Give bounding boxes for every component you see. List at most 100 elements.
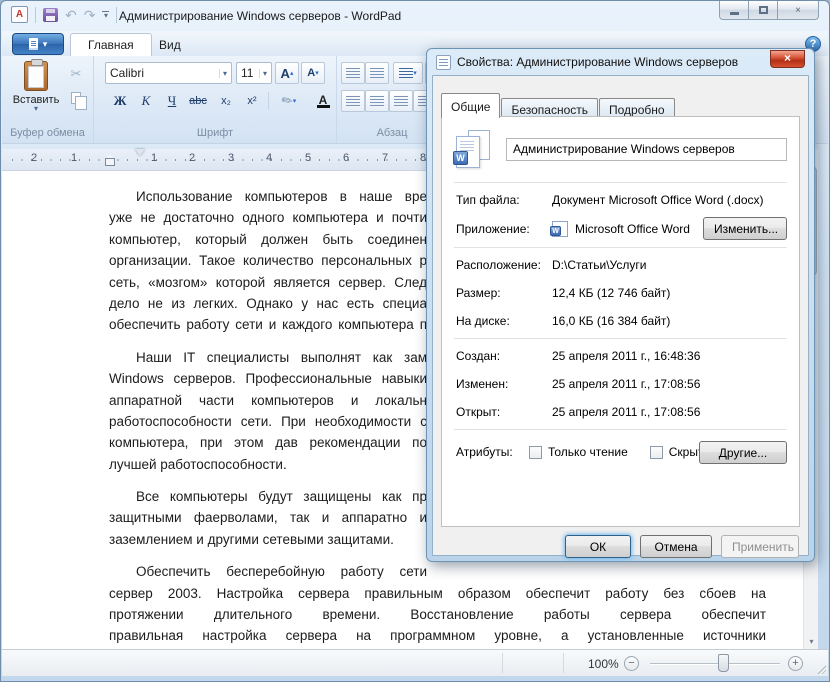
wordpad-app-icon[interactable]: A: [11, 6, 28, 23]
window-title: Администрирование Windows серверов - Wor…: [119, 9, 401, 23]
divider: [454, 429, 787, 430]
attributes-row: Атрибуты: Только чтение Скрытый Другие..…: [442, 433, 799, 466]
modified-value: 25 апреля 2011 г., 17:08:56: [552, 377, 700, 391]
menu-document-icon: [29, 38, 38, 50]
created-label: Создан:: [456, 349, 552, 363]
doc-line: Windows серверов. Профессиональные навык…: [109, 368, 427, 389]
filename-input[interactable]: [506, 138, 787, 161]
ruler-number: 2: [29, 152, 39, 164]
size-row: Размер: 12,4 КБ (12 746 байт): [442, 279, 799, 307]
opens-with-value: Microsoft Office Word: [575, 222, 690, 236]
scroll-down-icon[interactable]: ▾: [804, 634, 819, 649]
highlight-color-button[interactable]: ✎ ▾: [274, 90, 304, 112]
zoom-slider-handle[interactable]: [718, 654, 729, 672]
doc-line: Наши IT специалисты выполнят как зам: [109, 347, 427, 368]
dialog-tabs: ОбщиеБезопасностьПодробноПредыдущие верс…: [441, 93, 800, 117]
cut-button[interactable]: ✂: [66, 64, 86, 83]
attributes-label: Атрибуты:: [456, 445, 529, 459]
left-indent-marker[interactable]: [105, 158, 115, 166]
doc-line: компьютера, при этом дав рекомендации по: [109, 432, 427, 453]
modified-row: Изменен: 25 апреля 2011 г., 17:08:56: [442, 370, 799, 398]
doc-line: защитными фаерволами, так и аппаратно и: [109, 507, 427, 528]
undo-icon[interactable]: ↶: [65, 8, 77, 22]
font-family-combo[interactable]: Calibri ▾: [105, 62, 232, 84]
font-size-value: 11: [241, 66, 253, 80]
align-left-icon: [346, 96, 360, 107]
list-icon: [399, 68, 413, 79]
grow-font-button[interactable]: A▴: [275, 62, 299, 84]
font-color-button[interactable]: A: [308, 90, 338, 112]
align-center-button[interactable]: [365, 90, 389, 112]
created-row: Создан: 25 апреля 2011 г., 16:48:36: [442, 342, 799, 370]
paragraph: Обеспечить бесперебойную работу сети сер…: [109, 561, 766, 649]
doc-line: уже не достаточно одного компьютера и по…: [109, 207, 427, 228]
tab-home[interactable]: Главная: [70, 33, 152, 56]
first-line-indent-marker[interactable]: [135, 149, 145, 156]
zoom-out-button[interactable]: −: [624, 656, 639, 671]
advanced-button[interactable]: Другие...: [699, 441, 787, 464]
italic-button[interactable]: К: [134, 90, 158, 112]
dialog-close-button[interactable]: ×: [770, 50, 805, 68]
shrink-font-button[interactable]: A▾: [301, 62, 325, 84]
customize-qat-dropdown-icon[interactable]: ▾: [102, 11, 109, 18]
copy-button[interactable]: [66, 88, 86, 107]
filename-row: W: [442, 117, 799, 179]
align-center-icon: [370, 96, 384, 107]
align-left-button[interactable]: [341, 90, 365, 112]
increase-indent-icon: [370, 68, 384, 79]
list-button[interactable]: ▾: [393, 62, 423, 84]
divider: [502, 653, 503, 673]
doc-line: правильная настройка сервера на программ…: [109, 625, 766, 646]
subscript-button[interactable]: x₂: [214, 90, 238, 112]
size-on-disk-value: 16,0 КБ (16 384 байт): [552, 314, 670, 328]
zoom-in-button[interactable]: +: [788, 656, 803, 671]
divider: [454, 338, 787, 339]
doc-line: работоспособности сети. При необходимост…: [109, 411, 427, 432]
readonly-checkbox[interactable]: [529, 446, 542, 459]
divider: [116, 7, 117, 23]
ruler-number: 5: [303, 152, 313, 164]
word-letter: W: [453, 151, 468, 165]
superscript-button[interactable]: x²: [240, 90, 264, 112]
opens-with-label: Приложение:: [456, 222, 552, 236]
strikethrough-button[interactable]: abc: [186, 90, 210, 112]
paste-button[interactable]: Вставить ▾: [14, 61, 58, 123]
maximize-button[interactable]: [748, 1, 778, 20]
ruler-number: 6: [341, 152, 351, 164]
zoom-slider-track[interactable]: [650, 663, 780, 665]
grow-font-glyph: A: [281, 66, 290, 81]
divider: [454, 182, 787, 183]
arrow-up-icon: ▴: [290, 69, 294, 77]
font-family-value: Calibri: [110, 66, 144, 80]
ruler-number: 1: [69, 152, 79, 164]
file-type-row: Тип файла: Документ Microsoft Office Wor…: [442, 186, 799, 214]
wordpad-menu-button[interactable]: ▾: [12, 33, 64, 55]
save-icon[interactable]: [43, 8, 58, 22]
font-color-glyph: A: [319, 95, 328, 105]
align-right-button[interactable]: [389, 90, 413, 112]
doc-line: протяжении длительного времени. Восстано…: [109, 604, 766, 625]
chevron-down-icon: ▾: [34, 106, 38, 112]
change-button[interactable]: Изменить...: [703, 217, 787, 240]
ruler-number: 7: [380, 152, 390, 164]
divider: [454, 247, 787, 248]
bold-button[interactable]: Ж: [108, 90, 132, 112]
minimize-button[interactable]: [719, 1, 749, 20]
close-button[interactable]: ×: [777, 1, 819, 20]
font-group: Calibri ▾ 11 ▾ A▴ A▾ Ж К Ч abc x₂ x² ✎ ▾…: [94, 56, 337, 143]
underline-button[interactable]: Ч: [160, 90, 184, 112]
color-bar: [317, 105, 330, 108]
tab-view[interactable]: Вид: [142, 33, 198, 56]
cancel-button[interactable]: Отмена: [640, 535, 712, 558]
chevron-down-icon: ▾: [259, 69, 267, 78]
resize-grip[interactable]: [816, 664, 826, 674]
ok-button[interactable]: ОК: [565, 535, 631, 558]
tab-general[interactable]: Общие: [441, 93, 500, 118]
redo-icon[interactable]: ↷: [84, 8, 96, 22]
increase-indent-button[interactable]: [365, 62, 389, 84]
clipboard-group-label: Буфер обмена: [2, 127, 93, 139]
decrease-indent-button[interactable]: [341, 62, 365, 84]
hidden-checkbox[interactable]: [650, 446, 663, 459]
font-size-combo[interactable]: 11 ▾: [236, 62, 272, 84]
doc-line: компьютер, который должен быть соединен: [109, 229, 427, 250]
